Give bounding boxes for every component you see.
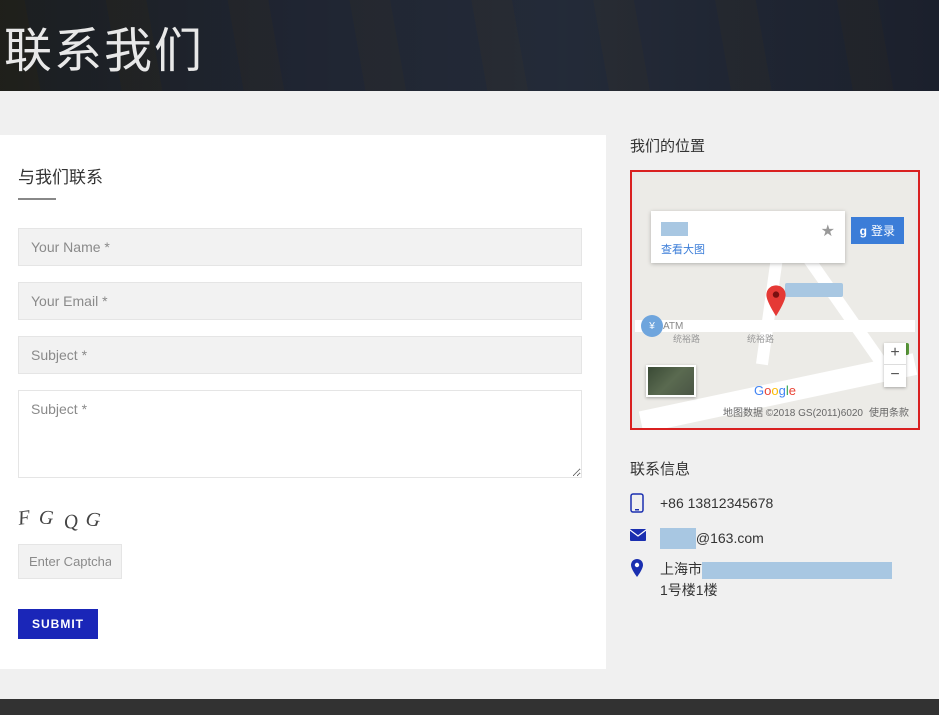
zoom-in-button[interactable]: + (884, 343, 906, 365)
contact-address-row: 上海市 1号楼1楼 (630, 559, 920, 601)
footer-band (0, 699, 939, 715)
subject-input[interactable] (18, 336, 582, 374)
atm-label: ATM (663, 321, 683, 332)
email-suffix: @163.com (696, 530, 764, 546)
map-info-popup: ★ 查看大图 (651, 211, 845, 263)
address-redacted-part (702, 562, 892, 579)
email-redacted-part (660, 528, 696, 549)
road-label-1: 统裕路 (673, 332, 700, 345)
map-enlarge-link[interactable]: 查看大图 (661, 241, 835, 257)
map-marker-icon (765, 285, 787, 322)
hero-banner: 联系我们 (0, 0, 939, 91)
map-canvas[interactable]: 统裕路 统裕路 ¥ ATM G60 ★ 查看大图 g 登录 (635, 175, 915, 425)
google-logo: Google (754, 383, 796, 398)
star-icon[interactable]: ★ (821, 221, 835, 241)
map-terms-link[interactable]: 使用条款 (869, 404, 909, 419)
location-section-title: 我们的位置 (630, 135, 920, 156)
email-input[interactable] (18, 282, 582, 320)
road-label-2: 统裕路 (747, 332, 774, 345)
zoom-out-button[interactable]: − (884, 365, 906, 387)
map-data-attr: 地图数据 ©2018 GS(2011)6020 (723, 404, 863, 419)
address-line2: 1号楼1楼 (660, 582, 718, 598)
google-g-icon: g (860, 224, 867, 238)
map-container[interactable]: 统裕路 统裕路 ¥ ATM G60 ★ 查看大图 g 登录 (630, 170, 920, 430)
contact-form-card: 与我们联系 F G Q G SUBMIT (0, 135, 606, 669)
form-section-title: 与我们联系 (18, 163, 582, 200)
contact-email-row: @163.com (630, 528, 920, 549)
map-login-button[interactable]: g 登录 (851, 217, 904, 244)
contact-info-title: 联系信息 (630, 458, 920, 479)
contact-email: @163.com (660, 528, 764, 549)
contact-phone-row: +86 13812345678 (630, 493, 920, 518)
name-input[interactable] (18, 228, 582, 266)
hero-title: 联系我们 (4, 11, 204, 81)
contact-phone: +86 13812345678 (660, 493, 773, 514)
satellite-toggle[interactable] (646, 365, 696, 397)
captcha-image: F G Q G (18, 507, 582, 530)
address-prefix: 上海市 (660, 561, 702, 577)
submit-button[interactable]: SUBMIT (18, 609, 98, 639)
map-zoom-control: + − (884, 343, 906, 387)
atm-marker-icon: ¥ (641, 315, 663, 337)
map-redacted-label (785, 283, 843, 297)
map-login-label: 登录 (871, 222, 895, 239)
captcha-input[interactable] (18, 544, 122, 579)
phone-icon (630, 493, 646, 518)
map-popup-title-redacted (661, 222, 688, 236)
message-textarea[interactable] (18, 390, 582, 478)
location-icon (630, 559, 646, 582)
contact-address: 上海市 1号楼1楼 (660, 559, 892, 601)
map-attribution: 地图数据 ©2018 GS(2011)6020 使用条款 (723, 404, 909, 419)
email-icon (630, 528, 646, 546)
